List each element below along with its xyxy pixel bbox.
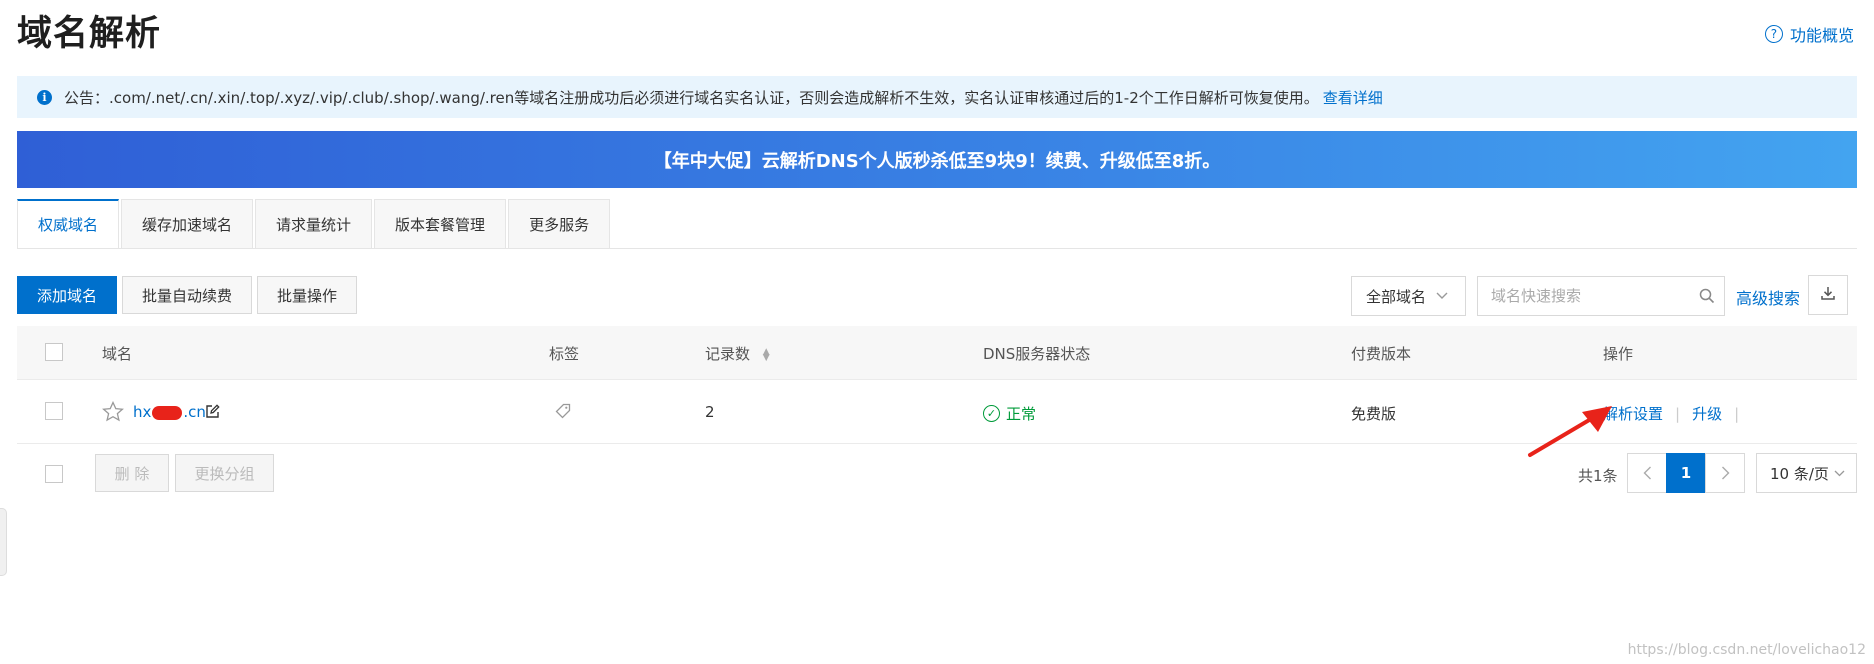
action-separator: | [1734, 405, 1740, 423]
row-actions: 解析设置 | 升级 | [1603, 403, 1751, 424]
page-title: 域名解析 [17, 14, 162, 54]
batch-auto-renew-button[interactable]: 批量自动续费 [122, 276, 252, 314]
column-actions: 操作 [1603, 345, 1634, 363]
redaction-mark [152, 405, 183, 420]
domain-name-suffix: .cn [183, 403, 206, 421]
help-overview-link[interactable]: ? 功能概览 [1764, 22, 1854, 46]
page-size-value: 10 条/页 [1770, 464, 1829, 483]
tab-label: 更多服务 [529, 215, 590, 234]
column-records-label: 记录数 [705, 345, 751, 363]
change-group-button[interactable]: 更换分组 [175, 454, 274, 492]
pagination-total: 共1条 [1578, 467, 1618, 485]
tag-icon[interactable] [555, 403, 571, 423]
column-tag: 标签 [549, 345, 580, 363]
action-separator: | [1675, 405, 1681, 423]
select-all-checkbox[interactable] [45, 343, 63, 361]
page-size-select[interactable]: 10 条/页 [1756, 453, 1857, 493]
edit-icon[interactable] [205, 404, 220, 423]
notice-detail-link[interactable]: 查看详细 [1323, 87, 1383, 108]
domain-name-prefix: hx [133, 403, 152, 421]
chevron-right-icon [1721, 466, 1729, 480]
footer-select-all-checkbox[interactable] [45, 465, 63, 483]
prev-page-button[interactable] [1627, 453, 1667, 493]
check-circle-icon: ✓ [983, 405, 1000, 422]
watermark-text: https://blog.csdn.net/lovelichao12 [1627, 642, 1866, 658]
dns-status: ✓ 正常 [983, 403, 1036, 424]
info-icon: i [37, 89, 52, 105]
search-box [1477, 276, 1725, 316]
notice-bar: i 公告：.com/.net/.cn/.xin/.top/.xyz/.vip/.… [17, 76, 1857, 118]
question-circle-icon: ? [1764, 25, 1783, 43]
domain-group-select[interactable]: 全部域名 [1351, 276, 1466, 316]
chevron-down-icon [1436, 289, 1448, 303]
dns-status-text: 正常 [1006, 405, 1037, 423]
upgrade-link[interactable]: 升级 [1692, 405, 1722, 423]
edition-value: 免费版 [1351, 405, 1397, 423]
tab-label: 版本套餐管理 [395, 215, 486, 234]
domain-name-link[interactable]: hx .cn [133, 403, 206, 421]
column-dns-status: DNS服务器状态 [983, 345, 1091, 363]
chevron-down-icon [1834, 470, 1845, 476]
tab-cache-acceleration[interactable]: 缓存加速域名 [121, 199, 254, 248]
search-icon[interactable] [1690, 288, 1724, 304]
promo-banner[interactable]: 【年中大促】云解析DNS个人版秒杀低至9块9！续费、升级低至8折。 [17, 131, 1857, 188]
column-domain: 域名 [102, 345, 133, 363]
tabs-divider [17, 248, 1857, 249]
notice-text: 公告：.com/.net/.cn/.xin/.top/.xyz/.vip/.cl… [64, 88, 1319, 107]
header-divider [17, 379, 1857, 380]
promo-banner-text: 【年中大促】云解析DNS个人版秒杀低至9块9！续费、升级低至8折。 [653, 150, 1221, 172]
add-domain-button[interactable]: 添加域名 [17, 276, 117, 314]
row-checkbox[interactable] [45, 402, 63, 420]
next-page-button[interactable] [1705, 453, 1745, 493]
chevron-left-icon [1643, 466, 1651, 480]
record-count: 2 [705, 403, 715, 421]
tab-plan-management[interactable]: 版本套餐管理 [374, 199, 507, 248]
help-overview-label: 功能概览 [1789, 26, 1854, 45]
tab-authoritative-domains[interactable]: 权威域名 [17, 199, 120, 248]
table-header [17, 326, 1857, 379]
tab-request-stats[interactable]: 请求量统计 [255, 199, 373, 248]
sort-icon: ▲ ▼ [762, 346, 770, 363]
batch-operation-button[interactable]: 批量操作 [257, 276, 357, 314]
domain-search-input[interactable] [1478, 277, 1690, 315]
tab-bar: 权威域名 缓存加速域名 请求量统计 版本套餐管理 更多服务 [17, 199, 612, 249]
delete-button[interactable]: 删 除 [95, 454, 169, 492]
download-icon [1820, 285, 1836, 305]
domain-group-value: 全部域名 [1366, 287, 1427, 306]
tab-label: 请求量统计 [276, 215, 352, 234]
tab-label: 缓存加速域名 [142, 215, 233, 234]
export-button[interactable] [1808, 275, 1848, 315]
tab-more-services[interactable]: 更多服务 [508, 199, 611, 248]
favorite-star-icon[interactable] [102, 400, 124, 426]
tab-label: 权威域名 [38, 216, 99, 234]
advanced-search-link[interactable]: 高级搜索 [1736, 285, 1800, 309]
annotation-arrow-icon [1528, 406, 1612, 457]
column-edition: 付费版本 [1351, 345, 1412, 363]
column-records[interactable]: 记录数 ▲ ▼ [705, 343, 770, 364]
side-collapse-handle[interactable] [0, 508, 7, 576]
page-number-button[interactable]: 1 [1666, 453, 1706, 493]
